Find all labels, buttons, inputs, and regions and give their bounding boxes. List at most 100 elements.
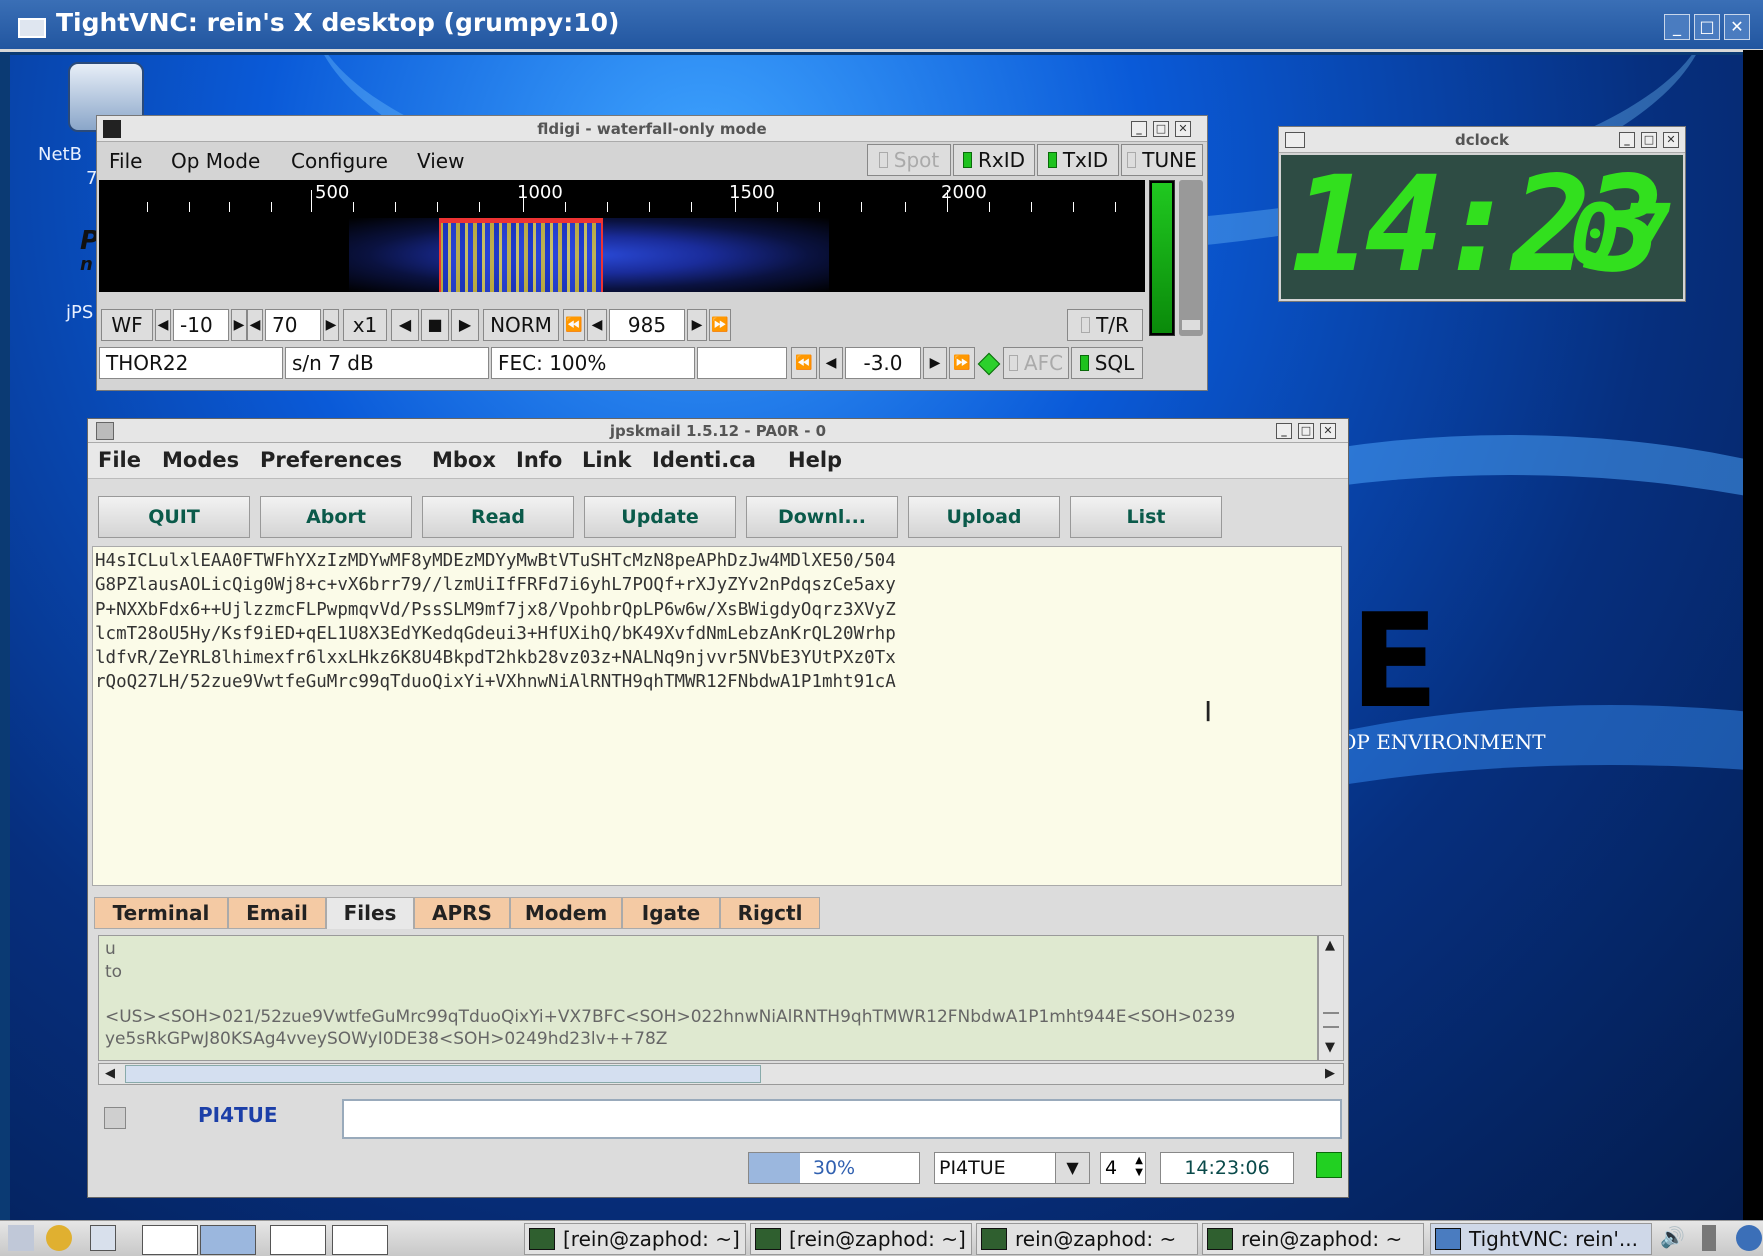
taskbar-item[interactable]: TightVNC: rein'...	[1430, 1223, 1652, 1255]
spot-toggle[interactable]: Spot	[867, 144, 951, 176]
dclock-title-bar[interactable]: dclock _ □ ✕	[1279, 127, 1685, 153]
menu-link[interactable]: Link	[582, 448, 632, 472]
tab-rigctl[interactable]: Rigctl	[720, 897, 820, 929]
minimize-button[interactable]: _	[1131, 121, 1147, 137]
spinner-arrows-icon[interactable]: ▲ ▼	[1135, 1155, 1143, 1179]
tab-terminal[interactable]: Terminal	[94, 897, 228, 929]
freq-fast-down-button[interactable]: ⏪	[563, 309, 585, 341]
afc-toggle[interactable]: AFC	[1003, 347, 1069, 379]
taskbar-item[interactable]: rein@zaphod: ~	[1202, 1223, 1424, 1255]
vertical-scrollbar[interactable]: ▲ ▼	[1318, 935, 1344, 1061]
tab-igate[interactable]: Igate	[622, 897, 720, 929]
close-button[interactable]: ✕	[1320, 423, 1336, 439]
jpskmail-window[interactable]: jpskmail 1.5.12 - PA0R - 0 _ □ ✕ File Mo…	[87, 418, 1349, 1198]
norm-button[interactable]: NORM	[483, 309, 559, 341]
scroll-right-button[interactable]: ▶	[451, 309, 479, 341]
volume-icon[interactable]: 🔊	[1660, 1225, 1686, 1251]
menu-preferences[interactable]: Preferences	[260, 448, 402, 472]
rxid-toggle[interactable]: RxID	[953, 144, 1035, 176]
minimize-button[interactable]: _	[1619, 132, 1635, 148]
sql-fast-up-button[interactable]: ⏩	[949, 347, 975, 379]
menu-op-mode[interactable]: Op Mode	[171, 149, 260, 173]
ref-increase-button[interactable]: ▶	[231, 309, 247, 341]
tune-toggle[interactable]: TUNE	[1121, 144, 1203, 176]
sql-down-button[interactable]: ◀	[819, 347, 843, 379]
receive-text-area[interactable]: H4sICLulxlEAA0FTWFhYXzIzMDYwMF8yMDEzMDYy…	[92, 546, 1342, 886]
vnc-title-bar[interactable]: TightVNC: rein's X desktop (grumpy:10) _…	[0, 0, 1763, 52]
menu-view[interactable]: View	[417, 149, 464, 173]
horizontal-scrollbar[interactable]: ◀ ▶	[98, 1063, 1344, 1085]
sql-toggle[interactable]: SQL	[1071, 347, 1143, 379]
wf-mode-button[interactable]: WF	[101, 309, 153, 341]
window-menu-icon[interactable]	[1285, 132, 1305, 148]
tr-toggle[interactable]: T/R	[1067, 309, 1143, 341]
freq-down-button[interactable]: ◀	[587, 309, 607, 341]
menu-mbox[interactable]: Mbox	[432, 448, 496, 472]
dclock-window[interactable]: dclock _ □ ✕ 14:23 07	[1278, 126, 1686, 302]
close-button[interactable]: ✕	[1663, 132, 1679, 148]
menu-file[interactable]: File	[98, 448, 141, 472]
jpskmail-title-bar[interactable]: jpskmail 1.5.12 - PA0R - 0 _ □ ✕	[88, 419, 1348, 443]
sql-up-button[interactable]: ▶	[923, 347, 947, 379]
upload-button[interactable]: Upload	[908, 496, 1060, 538]
fldigi-window[interactable]: fldigi - waterfall-only mode _ □ ✕ File …	[96, 115, 1208, 391]
workspace-1[interactable]	[142, 1225, 198, 1255]
terminal-output[interactable]: u to <US><SOH>021/52zue9VwtfeGuMrc99qTduo…	[98, 935, 1318, 1061]
tab-modem[interactable]: Modem	[510, 897, 622, 929]
freq-fast-up-button[interactable]: ⏩	[709, 309, 731, 341]
squelch-level-field[interactable]: -3.0	[845, 347, 921, 379]
spinner[interactable]: 4 ▲ ▼	[1100, 1152, 1146, 1184]
ref-level-field[interactable]: -10	[173, 309, 229, 341]
server-select[interactable]: PI4TUE ▼	[934, 1152, 1090, 1184]
freq-up-button[interactable]: ▶	[687, 309, 707, 341]
menu-help[interactable]: Help	[788, 448, 842, 472]
range-decrease-button[interactable]: ◀	[247, 309, 263, 341]
menu-identica[interactable]: Identi.ca	[652, 448, 756, 472]
scroll-left-button[interactable]: ◀	[391, 309, 419, 341]
taskbar-item[interactable]: rein@zaphod: ~	[976, 1223, 1198, 1255]
update-button[interactable]: Update	[584, 496, 736, 538]
menu-configure[interactable]: Configure	[291, 149, 388, 173]
show-desktop-icon[interactable]	[90, 1225, 116, 1251]
maximize-button[interactable]: □	[1153, 121, 1169, 137]
read-button[interactable]: Read	[422, 496, 574, 538]
taskbar-item[interactable]: [rein@zaphod: ~]	[524, 1223, 746, 1255]
menu-info[interactable]: Info	[516, 448, 562, 472]
maximize-button[interactable]: □	[1298, 423, 1314, 439]
menu-icon[interactable]	[8, 1225, 34, 1251]
slider-knob[interactable]	[1182, 320, 1200, 330]
close-button[interactable]: ✕	[1175, 121, 1191, 137]
list-button[interactable]: List	[1070, 496, 1222, 538]
scroll-left-icon[interactable]: ◀	[105, 1066, 115, 1081]
taskbar-item[interactable]: [rein@zaphod: ~]	[750, 1223, 972, 1255]
squelch-slider[interactable]	[1179, 180, 1203, 336]
status-checkbox[interactable]	[104, 1107, 126, 1129]
frequency-field[interactable]: 985	[609, 309, 685, 341]
workspace-3[interactable]	[270, 1225, 326, 1255]
ref-decrease-button[interactable]: ◀	[155, 309, 171, 341]
frequency-scale[interactable]: 500 1000 1500 2000	[99, 180, 1145, 218]
stop-button[interactable]: ■	[421, 309, 449, 341]
quit-button[interactable]: QUIT	[98, 496, 250, 538]
scroll-thumb[interactable]	[125, 1065, 761, 1083]
fldigi-title-bar[interactable]: fldigi - waterfall-only mode _ □ ✕	[97, 116, 1207, 142]
download-button[interactable]: Downl...	[746, 496, 898, 538]
scroll-thumb[interactable]	[1323, 1012, 1339, 1028]
sql-fast-down-button[interactable]: ⏪	[791, 347, 817, 379]
minimize-button[interactable]: _	[1664, 14, 1690, 40]
txid-toggle[interactable]: TxID	[1037, 144, 1119, 176]
scroll-right-icon[interactable]: ▶	[1325, 1066, 1335, 1081]
abort-button[interactable]: Abort	[260, 496, 412, 538]
waterfall-display[interactable]	[99, 218, 1145, 292]
workspace-4[interactable]	[332, 1225, 388, 1255]
app-icon[interactable]	[96, 422, 114, 440]
maximize-button[interactable]: □	[1641, 132, 1657, 148]
chevron-down-icon[interactable]: ▼	[1055, 1153, 1089, 1183]
transmit-input[interactable]	[342, 1099, 1342, 1139]
waterfall-cursor[interactable]	[439, 218, 603, 292]
network-icon[interactable]	[1736, 1225, 1762, 1251]
maximize-button[interactable]: □	[1694, 14, 1720, 40]
tab-aprs[interactable]: APRS	[414, 897, 510, 929]
range-field[interactable]: 70	[265, 309, 321, 341]
zoom-button[interactable]: x1	[343, 309, 387, 341]
